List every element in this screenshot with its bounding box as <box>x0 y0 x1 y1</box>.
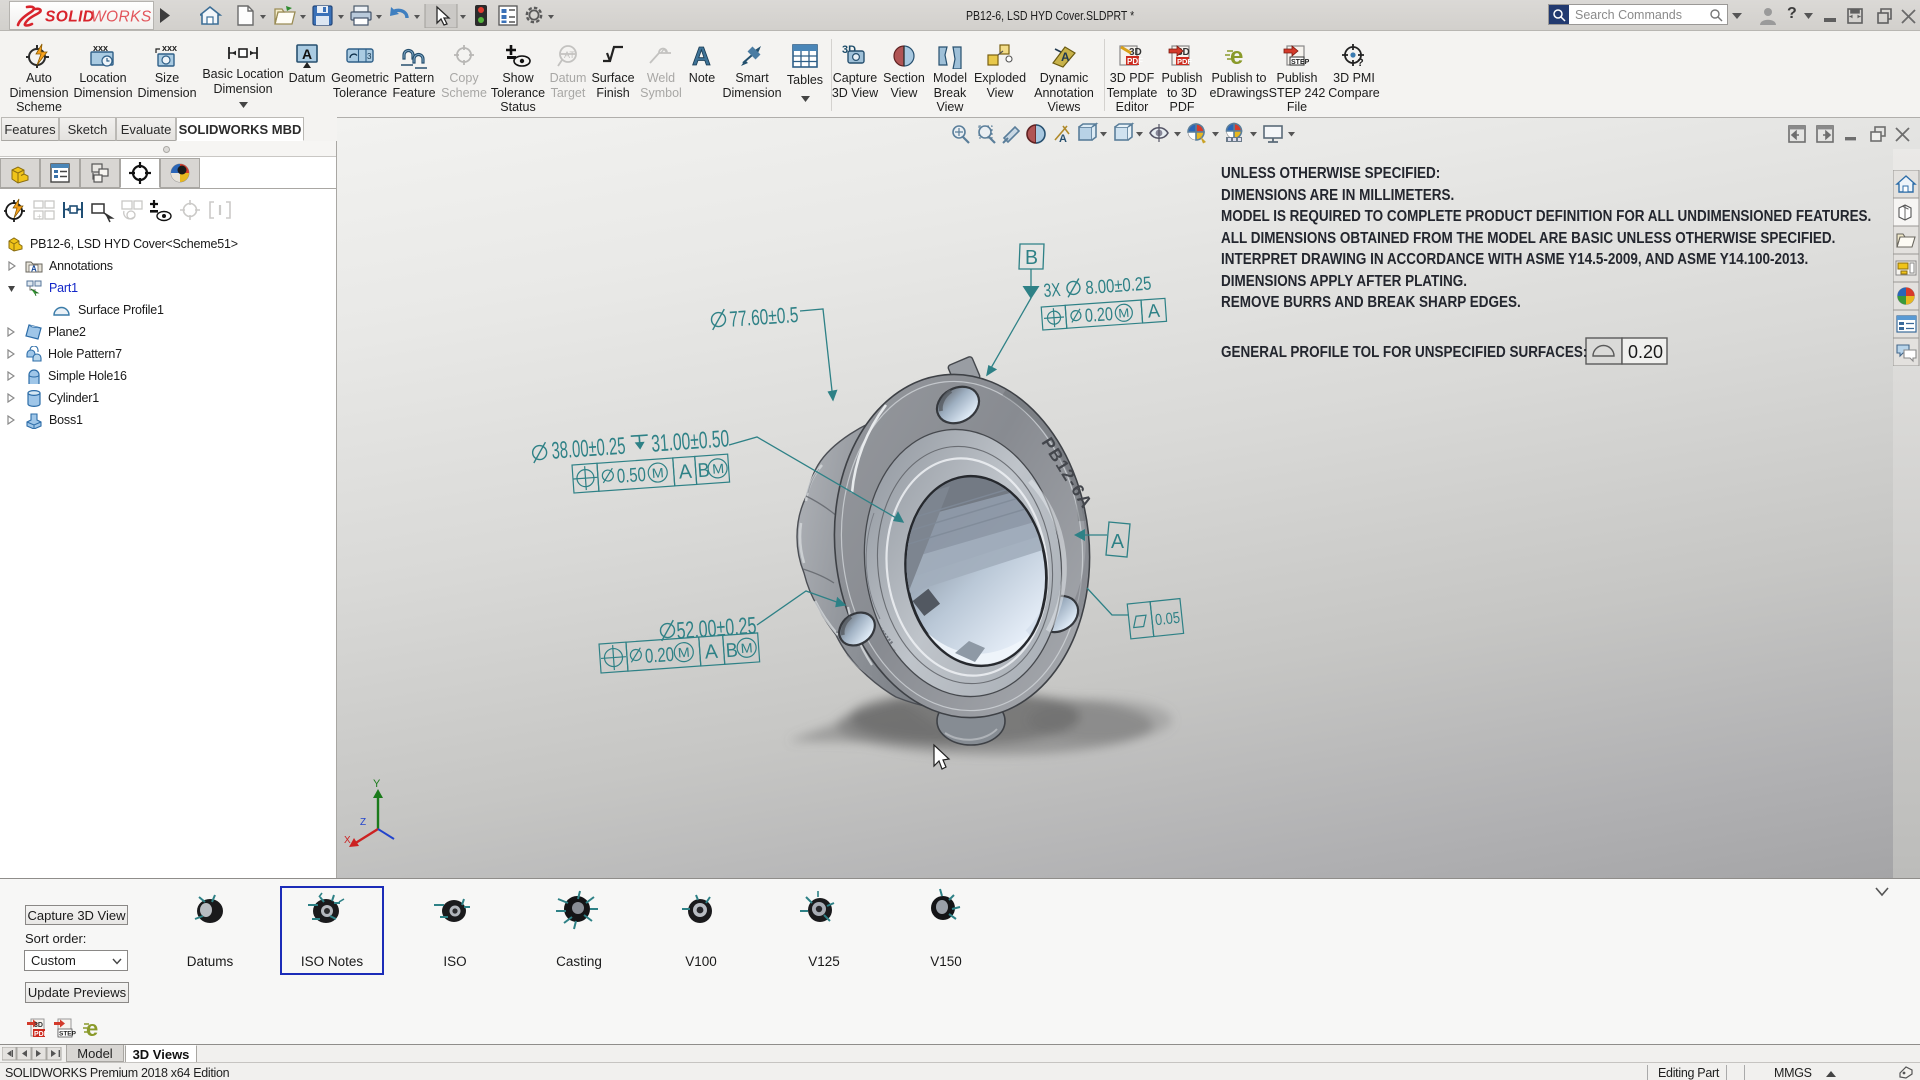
svg-text:A: A <box>1061 50 1070 64</box>
svg-text:A: A <box>302 46 312 62</box>
svg-text:?: ? <box>1357 57 1364 69</box>
svg-text:0.20: 0.20 <box>1628 342 1663 362</box>
svg-text:8.00±0.25: 8.00±0.25 <box>1085 274 1152 300</box>
svg-text:3X: 3X <box>1043 280 1062 302</box>
svg-text:M: M <box>740 640 753 656</box>
svg-text:0.50: 0.50 <box>616 464 646 488</box>
svg-text:A: A <box>692 43 711 69</box>
svg-text:77.60±0.5: 77.60±0.5 <box>729 302 800 332</box>
svg-text:0.05: 0.05 <box>1154 610 1181 630</box>
svg-text:A: A <box>31 264 37 273</box>
svg-text:M: M <box>651 465 664 481</box>
svg-text:PDF: PDF <box>34 1031 49 1038</box>
svg-text:B: B <box>1025 247 1038 269</box>
svg-text:A: A <box>1111 531 1125 553</box>
svg-text:SOLID: SOLID <box>45 8 94 25</box>
svg-text:STEP: STEP <box>1291 59 1310 66</box>
svg-text:M: M <box>712 461 725 477</box>
svg-text:e: e <box>1230 43 1243 69</box>
svg-text:Z: Z <box>360 817 366 828</box>
svg-text:A: A <box>1147 301 1161 323</box>
svg-text:xxx: xxx <box>162 43 177 53</box>
svg-text:A: A <box>1059 133 1067 145</box>
svg-text:38.00±0.25: 38.00±0.25 <box>551 433 627 465</box>
svg-text:M: M <box>1118 306 1130 321</box>
svg-text:PDF: PDF <box>1177 57 1192 66</box>
svg-text:+: + <box>37 212 42 221</box>
svg-text:0.20: 0.20 <box>644 644 674 668</box>
svg-text:3D: 3D <box>34 1022 43 1029</box>
svg-text:A: A <box>678 461 693 484</box>
svg-text:X: X <box>344 835 351 846</box>
svg-text:A: A <box>704 641 719 664</box>
svg-text:Y: Y <box>373 778 381 790</box>
svg-text:e: e <box>86 1017 98 1041</box>
svg-text:M: M <box>677 645 690 661</box>
svg-text:B: B <box>725 639 739 662</box>
svg-text:0.20: 0.20 <box>1084 304 1113 327</box>
svg-text:31.00±0.50: 31.00±0.50 <box>650 425 730 457</box>
svg-text:PDF: PDF <box>1127 57 1143 66</box>
svg-text:STEP: STEP <box>59 1031 77 1038</box>
svg-text:3: 3 <box>367 52 372 61</box>
svg-text:B: B <box>697 459 711 482</box>
svg-text:AT: AT <box>564 50 575 60</box>
svg-text:WORKS: WORKS <box>91 8 151 25</box>
